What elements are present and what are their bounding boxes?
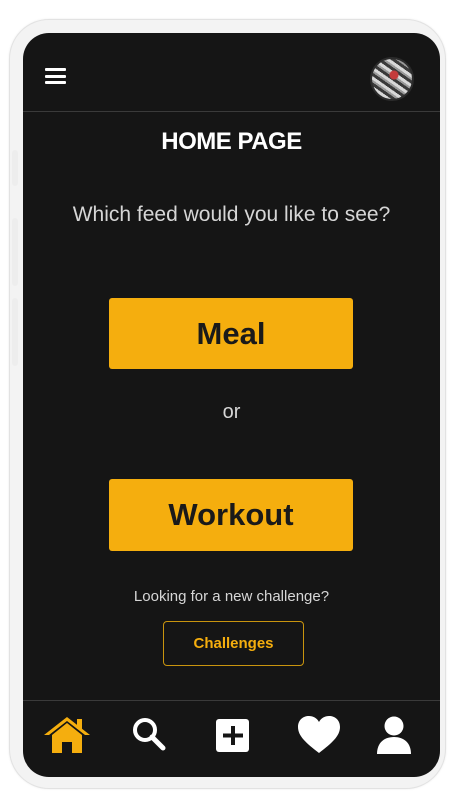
phone-side-button: [12, 218, 18, 286]
nav-add[interactable]: [213, 715, 259, 759]
home-icon: [44, 717, 90, 753]
or-divider-text: or: [222, 401, 241, 423]
feed-prompt: Which feed would you like to see?: [72, 203, 391, 226]
add-icon: [216, 719, 249, 752]
nav-profile[interactable]: [374, 715, 420, 759]
challenge-prompt: Looking for a new challenge?: [133, 588, 330, 605]
nav-home[interactable]: [44, 715, 90, 759]
page-title: HOME PAGE: [161, 128, 302, 155]
hamburger-menu-icon[interactable]: [45, 68, 66, 84]
profile-icon: [377, 716, 411, 754]
nav-search[interactable]: [129, 715, 175, 759]
challenges-button[interactable]: Challenges: [163, 621, 304, 666]
phone-side-button: [12, 298, 18, 366]
app-screen: HOME PAGE Which feed would you like to s…: [23, 33, 440, 777]
top-bar: [23, 33, 440, 112]
search-icon: [133, 718, 166, 751]
nav-favorites[interactable]: [296, 715, 342, 759]
meal-button[interactable]: Meal: [109, 298, 353, 369]
phone-side-button: [12, 150, 18, 186]
heart-icon: [298, 716, 340, 753]
avatar[interactable]: [370, 57, 414, 101]
workout-button[interactable]: Workout: [109, 479, 353, 551]
bottom-nav: [23, 700, 440, 777]
